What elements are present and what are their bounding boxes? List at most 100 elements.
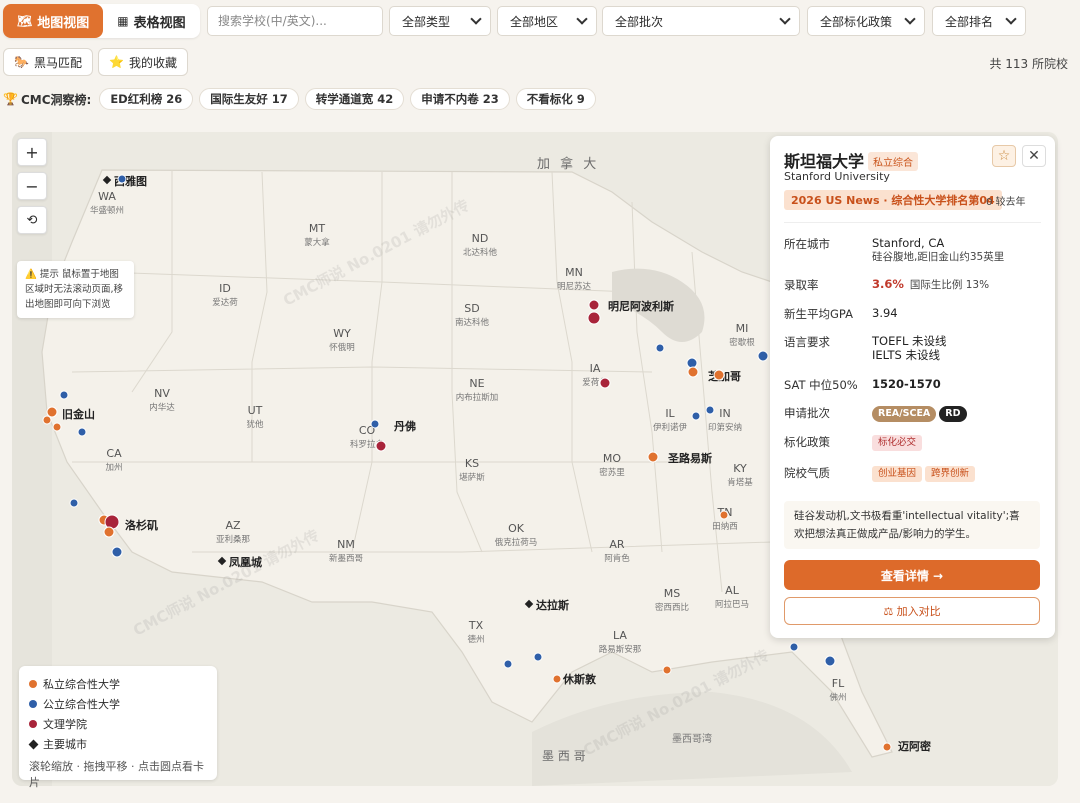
state-name: 加州 <box>105 462 122 473</box>
row-value: 创业基因 跨界创新 <box>872 465 978 482</box>
school-dot-private[interactable] <box>46 406 58 418</box>
school-dot-public[interactable] <box>824 655 836 667</box>
legend-item: 公立综合性大学 <box>29 694 207 714</box>
state-abbr: MN <box>565 266 583 279</box>
school-dot-public[interactable] <box>686 357 698 369</box>
state-abbr: NE <box>469 377 484 390</box>
state-name: 华盛顿州 <box>90 205 124 216</box>
insight-chip-test-blind[interactable]: 不看标化 9 <box>515 88 596 110</box>
state-name: 新墨西哥 <box>329 553 364 564</box>
school-dot-public[interactable] <box>503 659 513 669</box>
admit-rate: 3.6% <box>872 277 904 291</box>
zoom-in-button[interactable]: + <box>17 138 47 166</box>
table-icon: ▦ <box>117 14 129 28</box>
school-dot-private[interactable] <box>52 422 62 432</box>
filter-type-select[interactable]: 全部类型 <box>389 6 491 36</box>
school-dot-public[interactable] <box>59 390 69 400</box>
search-input[interactable] <box>207 6 383 36</box>
close-card-button[interactable]: ✕ <box>1022 145 1046 167</box>
legend-label: 公立综合性大学 <box>43 698 120 711</box>
school-dot-public[interactable] <box>111 546 123 558</box>
map-icon: 🗺 <box>17 14 33 28</box>
chevron-down-icon <box>904 13 916 25</box>
state-abbr: AZ <box>225 519 241 532</box>
city-label: 明尼阿波利斯 <box>608 299 674 313</box>
top-bar: 🗺 地图视图 ▦ 表格视图 全部类型 全部地区 全部批次 全部标化政策 全部排名 <box>0 0 1080 44</box>
view-details-button[interactable]: 查看详情 → <box>784 560 1040 590</box>
dark-horse-button[interactable]: 🐎 黑马匹配 <box>3 48 93 76</box>
filter-batch-select[interactable]: 全部批次 <box>602 6 800 36</box>
add-compare-button[interactable]: ⚖ 加入对比 <box>784 597 1040 625</box>
filter-test-policy-select[interactable]: 全部标化政策 <box>807 6 925 36</box>
tab-label: 表格视图 <box>133 15 186 31</box>
state-abbr: AL <box>725 584 740 597</box>
star-icon: ⭐ <box>109 55 124 69</box>
school-dot-private[interactable] <box>719 510 729 520</box>
label-gulf: 墨西哥湾 <box>672 732 712 745</box>
school-dot-public[interactable] <box>117 174 127 184</box>
filter-region-select[interactable]: 全部地区 <box>497 6 597 36</box>
state-name: 俄克拉荷马 <box>495 537 538 548</box>
school-dot-private[interactable] <box>42 415 52 425</box>
result-count: 共 113 所院校 <box>989 57 1068 71</box>
insight-chip-easy[interactable]: 申请不内卷 23 <box>410 88 510 110</box>
school-dot-lac[interactable] <box>375 440 387 452</box>
favorites-button[interactable]: ⭐ 我的收藏 <box>98 48 188 76</box>
zoom-out-button[interactable]: − <box>17 172 47 200</box>
row-key: 新生平均GPA <box>784 307 853 321</box>
school-dot-public[interactable] <box>789 642 799 652</box>
tab-table-view[interactable]: ▦ 表格视图 <box>103 4 199 38</box>
school-dot-public[interactable] <box>705 405 715 415</box>
row-value: 标化必交 <box>872 434 925 451</box>
gpa-value: 3.94 <box>872 306 898 320</box>
insight-chip-ed[interactable]: ED红利榜 26 <box>99 88 194 110</box>
state-name: 南达科他 <box>455 317 490 328</box>
school-dot-public[interactable] <box>77 427 87 437</box>
school-dot-private[interactable] <box>103 526 115 538</box>
school-dot-public[interactable] <box>533 652 543 662</box>
state-name: 爱达荷 <box>212 297 238 308</box>
insight-label: 🏆 CMC洞察榜: <box>3 91 91 108</box>
state-name: 密苏里 <box>599 467 625 478</box>
school-dot-private[interactable] <box>687 366 699 378</box>
state-abbr: SD <box>464 302 479 315</box>
state-name: 佛州 <box>829 692 846 703</box>
favorite-star-button[interactable]: ☆ <box>992 145 1016 167</box>
school-dot-public[interactable] <box>655 343 665 353</box>
tab-map-view[interactable]: 🗺 地图视图 <box>3 4 104 38</box>
school-dot-public[interactable] <box>757 350 769 362</box>
insight-label-text: CMC洞察榜: <box>20 92 92 107</box>
school-dot-public[interactable] <box>370 419 380 429</box>
row-key: 录取率 <box>784 278 819 292</box>
school-dot-private[interactable] <box>552 674 562 684</box>
state-abbr: KS <box>465 457 479 470</box>
school-dot-lac[interactable] <box>588 299 600 311</box>
reset-view-button[interactable]: ⟲ <box>17 206 47 234</box>
batch-pill: REA/SCEA <box>872 406 937 422</box>
city-label: 迈阿密 <box>898 739 931 753</box>
school-dot-private[interactable] <box>713 369 725 381</box>
school-dot-lac[interactable] <box>587 311 601 325</box>
tip-text: 提示 鼠标置于地图区域时无法滚动页面,移出地图即可向下浏览 <box>25 269 124 310</box>
map-legend: 私立综合性大学 公立综合性大学 文理学院 主要城市 滚轮缩放 · 拖拽平移 · … <box>19 666 217 789</box>
state-name: 阿肯色 <box>604 553 630 564</box>
school-dot-public[interactable] <box>691 411 701 421</box>
insight-chip-intl[interactable]: 国际生友好 17 <box>199 88 299 110</box>
school-dot-private[interactable] <box>662 665 672 675</box>
select-value: 全部地区 <box>510 14 559 29</box>
row-value: 3.6% 国际生比例 13% <box>872 277 989 292</box>
insight-chip-transfer[interactable]: 转学通道宽 42 <box>304 88 405 110</box>
state-abbr: MS <box>664 587 680 600</box>
trophy-icon: 🏆 <box>3 92 18 106</box>
state-abbr: MT <box>309 222 325 235</box>
state-name: 亚利桑那 <box>216 534 251 545</box>
school-dot-private[interactable] <box>647 451 659 463</box>
row-key: 申请批次 <box>784 406 830 420</box>
batch-pill: RD <box>939 406 967 422</box>
chevron-down-icon <box>470 13 482 25</box>
school-dot-public[interactable] <box>69 498 79 508</box>
school-dot-private[interactable] <box>882 742 892 752</box>
school-dot-lac[interactable] <box>599 377 611 389</box>
warning-icon: ⚠️ <box>25 269 40 280</box>
filter-rank-select[interactable]: 全部排名 <box>932 6 1026 36</box>
